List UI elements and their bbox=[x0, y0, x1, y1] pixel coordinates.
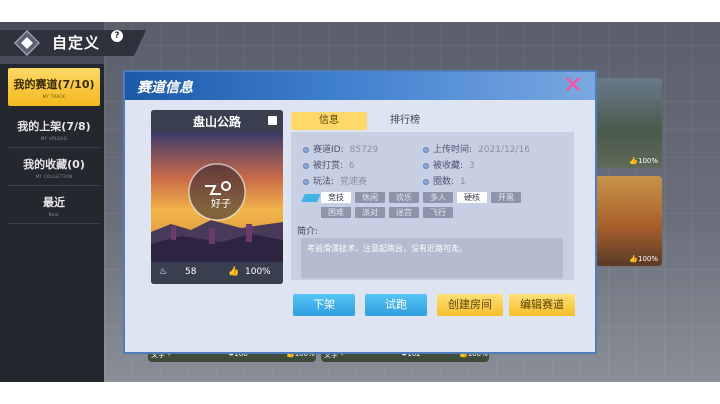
tag-item[interactable]: 开黑 bbox=[491, 192, 521, 203]
thumbs-up-icon: 👍 bbox=[228, 267, 240, 277]
intro-label: 简介: bbox=[297, 227, 319, 237]
preview-title-bar: 盘山公路 bbox=[151, 110, 283, 132]
info-panel: 赛道ID: 85729 上传时间: 2021/12/16 被打赏: 6 被收藏: 3 玩… bbox=[291, 132, 574, 280]
track-rating: 100% bbox=[245, 267, 271, 277]
sidebar-item-sub: Near bbox=[48, 212, 60, 217]
bullet-icon bbox=[303, 162, 309, 169]
edit-icon[interactable] bbox=[268, 116, 277, 125]
tag-lead-marker bbox=[301, 194, 321, 202]
sidebar-item-label: 最近 bbox=[43, 196, 65, 209]
top-header: 自定义 ? bbox=[0, 22, 720, 64]
field-beaten: 被打赏: 6 bbox=[303, 158, 355, 171]
sidebar-item-my-upload[interactable]: 我的上架(7/8) MY UPLOAD bbox=[8, 110, 100, 148]
modal-title: 赛道信息 bbox=[137, 80, 193, 96]
track-card[interactable]: 👍100% bbox=[590, 176, 662, 266]
sidebar-item-label: 我的赛道(7/10) bbox=[13, 78, 95, 91]
sidebar-item-sub: MY UPLOAD bbox=[40, 136, 68, 141]
sidebar-item-my-collection[interactable]: 我的收藏(0) MY COLLECTION bbox=[8, 148, 100, 186]
sidebar: 我的赛道(7/10) MY TRACK 我的上架(7/8) MY UPLOAD … bbox=[0, 64, 104, 382]
preview-stats: ♨ 58 👍 100% bbox=[151, 262, 283, 284]
field-track-id: 赛道ID: 85729 bbox=[303, 142, 378, 155]
create-room-button[interactable]: 创建房间 bbox=[437, 294, 503, 316]
track-info-modal: 赛道信息 ✕ 盘山公路 好子 ♨ 58 👍 100% 信息 排行榜 赛道ID: … bbox=[123, 70, 597, 354]
field-upload-time: 上传时间: 2021/12/16 bbox=[423, 142, 530, 155]
fire-icon: ♨ bbox=[159, 267, 168, 277]
tag-item[interactable]: 飞行 bbox=[423, 207, 453, 218]
track-likes: 58 bbox=[185, 267, 197, 277]
tag-item[interactable]: 派对 bbox=[355, 207, 385, 218]
tab-leaderboard[interactable]: 排行榜 bbox=[367, 112, 443, 130]
unlist-button[interactable]: 下架 bbox=[293, 294, 355, 316]
field-laps: 圈数: 1 bbox=[423, 174, 466, 187]
track-card[interactable]: 👍100% bbox=[590, 78, 662, 168]
track-card-percent: 👍100% bbox=[629, 157, 658, 165]
sidebar-item-label: 我的上架(7/8) bbox=[17, 120, 91, 133]
bullet-icon bbox=[423, 162, 429, 169]
tag-item[interactable]: 竞技 bbox=[321, 192, 351, 203]
sidebar-item-recent[interactable]: 最近 Near bbox=[8, 186, 100, 224]
bullet-icon bbox=[423, 178, 429, 185]
intro-box: 考验滑漂技术，注意起跳台，没有近路可走。 bbox=[301, 238, 563, 278]
field-collected: 被收藏: 3 bbox=[423, 158, 475, 171]
modal-header: 赛道信息 ✕ bbox=[125, 72, 595, 100]
tag-item[interactable]: 迷宫 bbox=[389, 207, 419, 218]
field-mode: 玩法: 竞速赛 bbox=[303, 174, 367, 187]
track-preview-card: 盘山公路 好子 ♨ 58 👍 100% bbox=[151, 110, 283, 284]
bullet-icon bbox=[303, 178, 309, 185]
help-icon[interactable]: ? bbox=[111, 30, 123, 42]
close-button[interactable]: ✕ bbox=[563, 73, 583, 97]
back-diamond-icon[interactable] bbox=[13, 29, 41, 57]
edit-track-button[interactable]: 编辑赛道 bbox=[509, 294, 575, 316]
sidebar-item-my-track[interactable]: 我的赛道(7/10) MY TRACK bbox=[8, 68, 100, 106]
svg-text:好子: 好子 bbox=[211, 198, 231, 210]
intro-text: 考验滑漂技术，注意起跳台，没有近路可走。 bbox=[307, 244, 467, 253]
test-run-button[interactable]: 试跑 bbox=[365, 294, 427, 316]
tag-item[interactable]: 硬核 bbox=[457, 192, 487, 203]
tab-info[interactable]: 信息 bbox=[291, 112, 367, 130]
track-thumbnail: 好子 bbox=[151, 132, 283, 262]
sidebar-item-sub: MY TRACK bbox=[42, 94, 66, 99]
tag-item[interactable]: 多人 bbox=[423, 192, 453, 203]
sidebar-item-sub: MY COLLECTION bbox=[35, 174, 73, 179]
track-card-percent: 👍100% bbox=[629, 255, 658, 263]
track-name: 盘山公路 bbox=[192, 115, 241, 129]
tag-item[interactable]: 休闲 bbox=[355, 192, 385, 203]
bullet-icon bbox=[303, 146, 309, 153]
tag-item[interactable]: 欢乐 bbox=[389, 192, 419, 203]
bullet-icon bbox=[423, 146, 429, 153]
sidebar-item-label: 我的收藏(0) bbox=[23, 158, 85, 171]
page-title: 自定义 bbox=[52, 34, 101, 52]
tag-item[interactable]: 困难 bbox=[321, 207, 351, 218]
